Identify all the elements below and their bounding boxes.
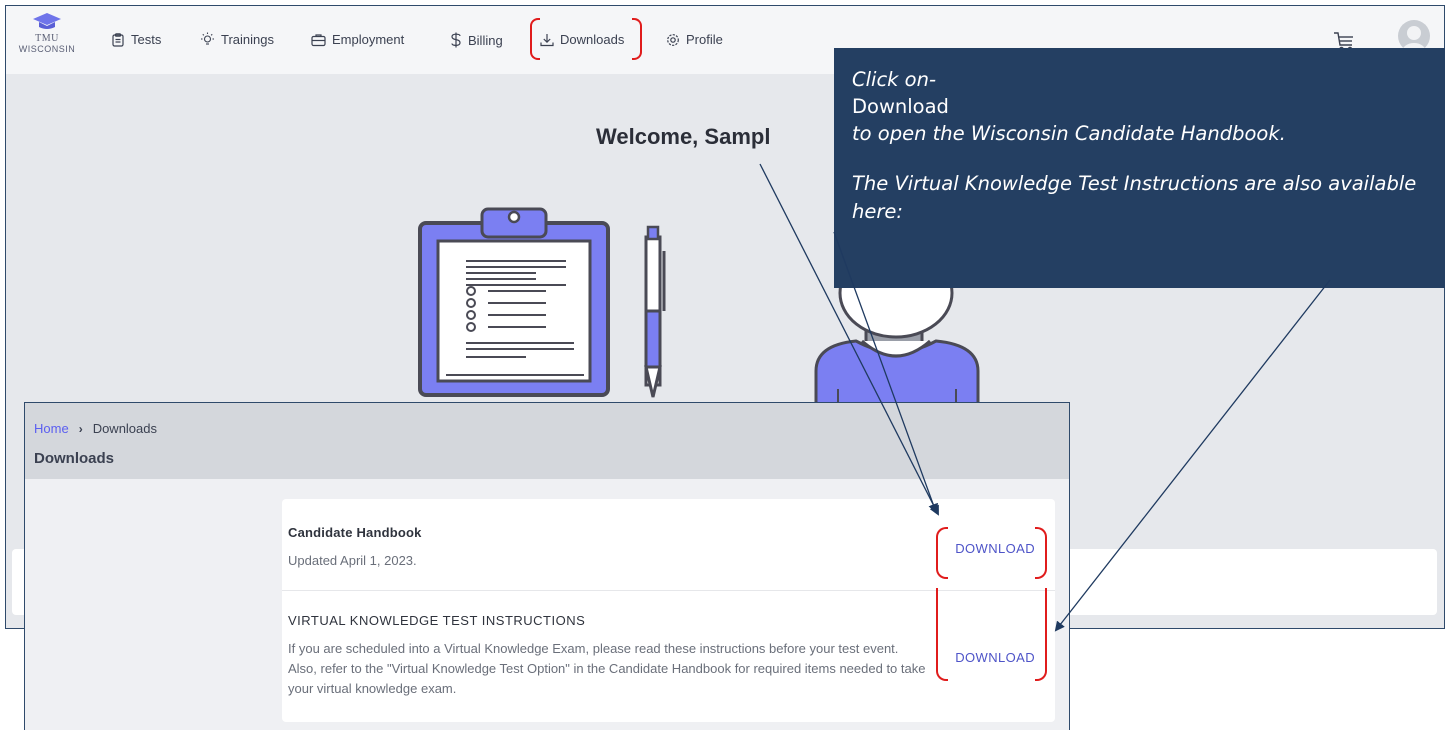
clipboard-icon <box>112 32 124 47</box>
breadcrumb: Home › Downloads <box>34 421 157 436</box>
breadcrumb-current: Downloads <box>92 421 158 436</box>
highlight-bracket-downloads-nav <box>530 18 540 60</box>
highlight-bracket-download-buttons <box>936 631 948 681</box>
nav-employment[interactable]: Employment <box>311 32 404 47</box>
instruction-callout: Click on- Download to open the Wisconsin… <box>834 48 1445 288</box>
panel-header: Home › Downloads Downloads <box>25 403 1069 479</box>
breadcrumb-home-link[interactable]: Home <box>34 421 69 436</box>
nav-downloads-label: Downloads <box>560 32 625 47</box>
download-item-description: If you are scheduled into a Virtual Know… <box>288 641 926 696</box>
download-item-title: Candidate Handbook <box>288 525 422 540</box>
nav-tests-label: Tests <box>131 32 162 47</box>
callout-line-4: The Virtual Knowledge Test Instructions … <box>852 172 1417 223</box>
person-illustration <box>814 271 980 411</box>
highlight-bracket-download-buttons <box>1035 631 1047 681</box>
logo[interactable]: TMU WISCONSIN <box>12 12 82 54</box>
lightbulb-icon <box>201 32 214 45</box>
logo-line-2: WISCONSIN <box>18 44 76 54</box>
graduation-cap-icon <box>33 13 61 29</box>
nav-profile-label: Profile <box>686 32 723 47</box>
dollar-icon <box>451 32 461 48</box>
download-vkt-instructions-button[interactable]: DOWNLOAD <box>955 650 1035 665</box>
nav-trainings-label: Trainings <box>221 32 274 47</box>
highlight-bracket-download-buttons <box>936 527 948 579</box>
nav-billing-label: Billing <box>468 32 503 48</box>
download-item-description: Updated April 1, 2023. <box>288 553 417 568</box>
nav-billing[interactable]: Billing <box>450 32 503 48</box>
download-item-title: VIRTUAL KNOWLEDGE TEST INSTRUCTIONS <box>288 613 586 628</box>
gear-icon <box>667 33 679 46</box>
nav-profile[interactable]: Profile <box>666 32 723 47</box>
clipboard-illustration <box>418 207 666 398</box>
nav-tests[interactable]: Tests <box>111 32 161 47</box>
chevron-right-icon: › <box>78 421 83 436</box>
callout-line-1: Click on- <box>852 68 936 91</box>
downloads-panel: Home › Downloads Downloads Candidate Han… <box>24 402 1070 730</box>
download-handbook-button[interactable]: DOWNLOAD <box>955 541 1035 556</box>
briefcase-icon <box>311 33 326 46</box>
highlight-bracket-download-buttons <box>1035 527 1047 579</box>
highlight-bracket-downloads-nav <box>632 18 642 60</box>
welcome-heading: Welcome, Sampl <box>596 124 771 149</box>
page-title: Downloads <box>34 450 115 467</box>
nav-downloads[interactable]: Downloads <box>540 32 624 47</box>
callout-line-3: to open the Wisconsin Candidate Handbook… <box>852 122 1286 145</box>
nav-trainings[interactable]: Trainings <box>200 32 274 47</box>
logo-line-1: TMU <box>35 33 59 44</box>
nav-employment-label: Employment <box>332 32 405 47</box>
download-icon <box>540 33 554 46</box>
callout-line-2: Download <box>852 95 949 118</box>
